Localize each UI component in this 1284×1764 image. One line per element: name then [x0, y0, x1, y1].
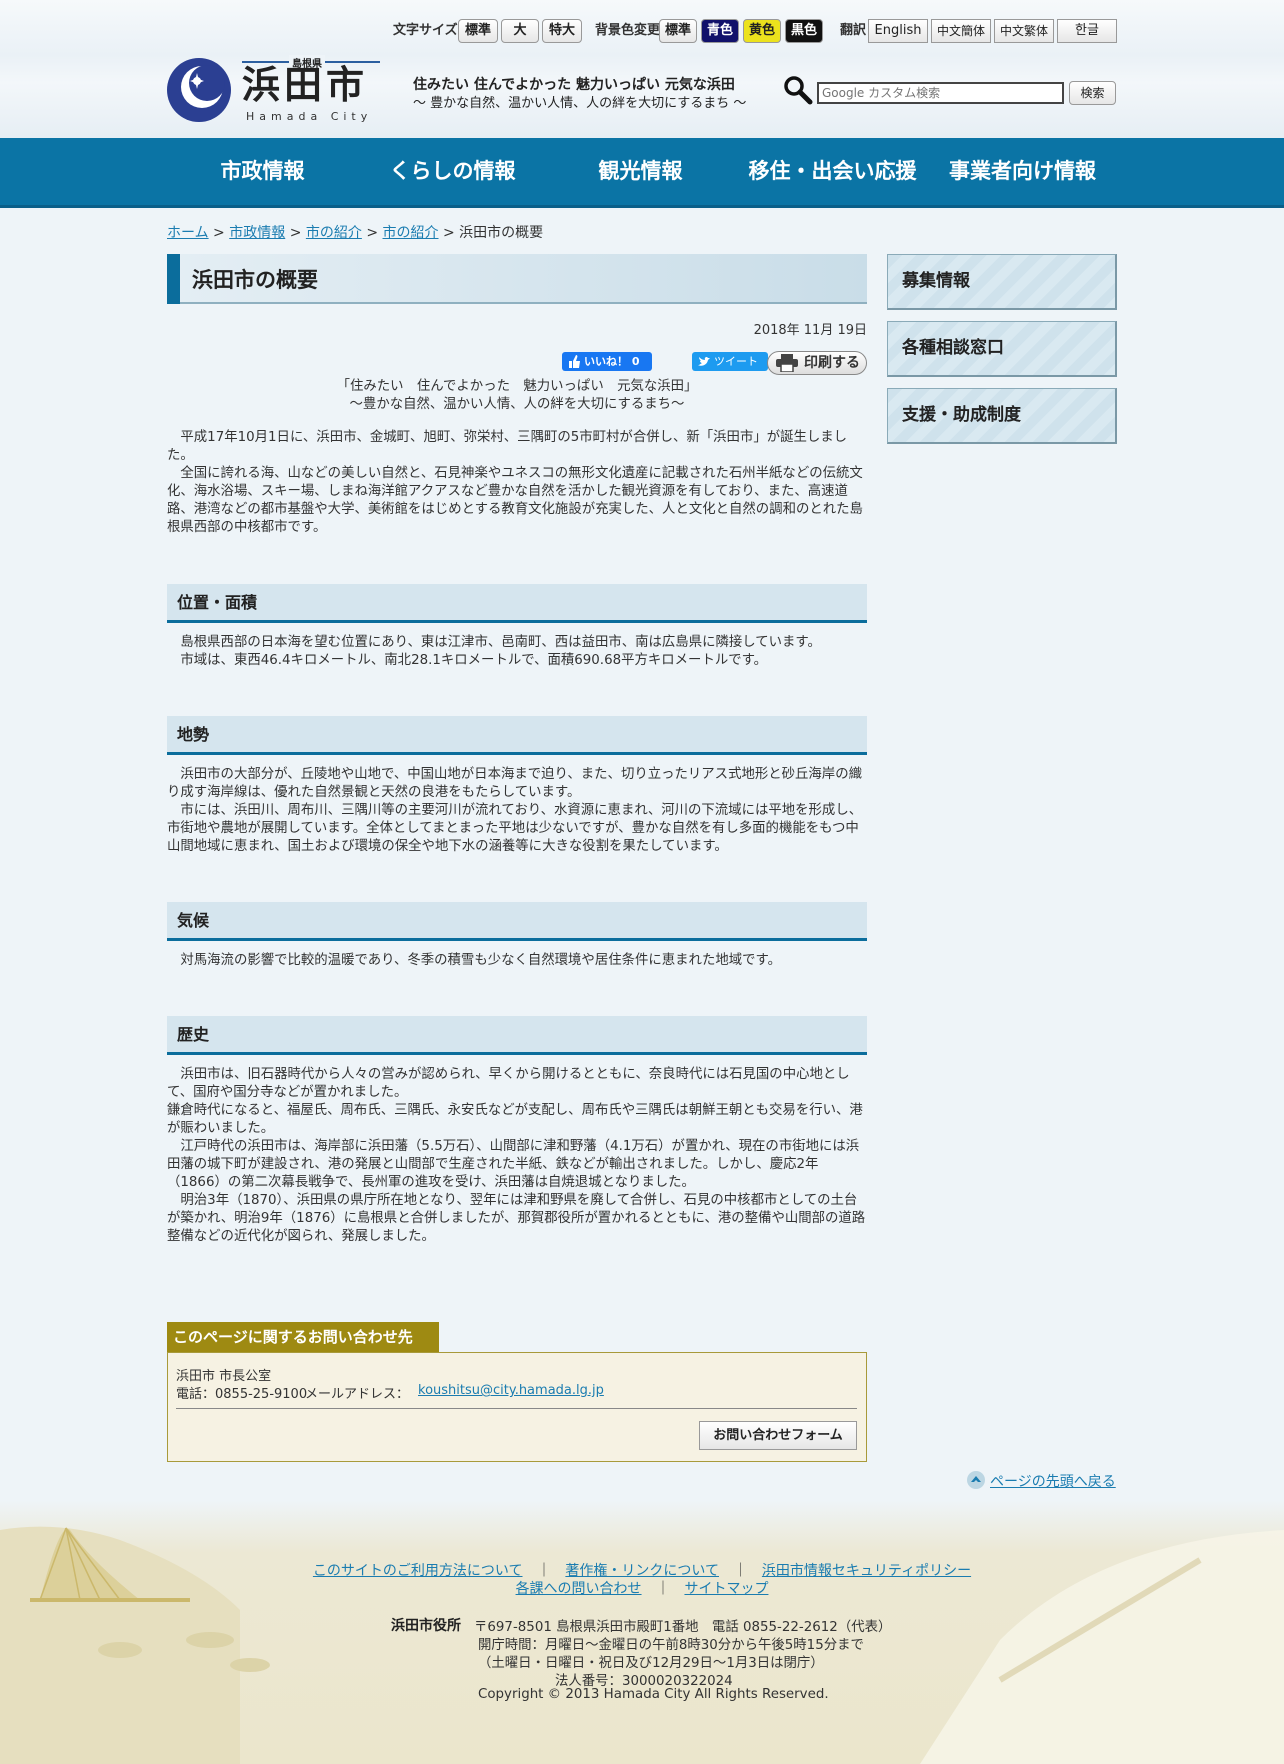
footer-link-usage[interactable]: このサイトのご利用方法について — [313, 1563, 523, 1579]
contact-department: 浜田市 市長公室 — [176, 1369, 272, 1384]
footer-links-row2: 各課への問い合わせ ｜ サイトマップ — [0, 1580, 1284, 1598]
motto-line2: ～豊かな自然、温かい人情、人の絆を大切にするまち～ — [349, 397, 685, 412]
breadcrumb-separator: > — [289, 225, 302, 241]
page-title: 浜田市の概要 — [192, 268, 318, 292]
footer-separator: ｜ — [733, 1563, 748, 1579]
breadcrumb-separator: > — [366, 225, 379, 241]
breadcrumb-current: 浜田市の概要 — [459, 225, 544, 241]
bg-color-label: 背景色変更 — [595, 23, 661, 38]
footer-closed-days: （土曜日・日曜日・祝日及び12月29日～1月3日は閉庁） — [478, 1656, 824, 1671]
font-size-xlarge-button[interactable]: 特大 — [542, 19, 582, 43]
breadcrumb-intro-link[interactable]: 市の紹介 — [306, 225, 362, 241]
bg-standard-button[interactable]: 標準 — [659, 19, 697, 43]
section-body-location: 島根県西部の日本海を望む位置にあり、東は江津市、邑南町、西は益田市、南は広島県に… — [180, 635, 821, 668]
search-input[interactable] — [817, 82, 1064, 104]
print-label: 印刷する — [804, 355, 860, 371]
breadcrumb-intro-link-2[interactable]: 市の紹介 — [383, 225, 439, 241]
section-heading-history: 歴史 — [167, 1016, 867, 1055]
intro-text: 平成17年10月1日に、浜田市、金城町、旭町、弥栄村、三隅町の5市町村が合併し、… — [167, 430, 863, 535]
lang-zh-traditional-button[interactable]: 中文繁体 — [994, 19, 1054, 43]
contact-mail-link[interactable]: koushitsu@city.hamada.lg.jp — [418, 1383, 604, 1398]
search-icon — [784, 76, 813, 105]
footer-hours: 開庁時間：月曜日～金曜日の午前8時30分から午後5時15分まで — [478, 1638, 864, 1653]
sidebar-item-subsidies[interactable]: 支援・助成制度 — [887, 388, 1117, 444]
nav-item-business[interactable]: 事業者向け情報 — [940, 138, 1105, 205]
like-label: いいね！ 0 — [584, 355, 640, 368]
arrow-up-icon — [967, 1471, 985, 1489]
footer-separator: ｜ — [656, 1581, 670, 1597]
font-size-standard-button[interactable]: 標準 — [458, 19, 498, 43]
footer-corporate-number: 法人番号：3000020322024 — [555, 1674, 733, 1689]
breadcrumb-city-info-link[interactable]: 市政情報 — [229, 225, 285, 241]
breadcrumb-home-link[interactable]: ホーム — [167, 225, 209, 241]
contact-phone: 電話：0855-25-9100 — [176, 1387, 308, 1402]
search-button[interactable]: 検索 — [1069, 81, 1116, 105]
section-body-history: 浜田市は、旧石器時代から人々の営みが認められ、早くから開けるとともに、奈良時代に… — [167, 1067, 866, 1244]
section-body-terrain: 浜田市の大部分が、丘陵地や山地で、中国山地が日本海まで迫り、また、切り立ったリア… — [167, 767, 863, 854]
font-size-label: 文字サイズ — [393, 23, 458, 38]
lang-zh-simplified-button[interactable]: 中文簡体 — [931, 19, 991, 43]
breadcrumb-separator: > — [213, 225, 225, 241]
back-to-top-link[interactable]: ページの先頭へ戻る — [990, 1471, 1116, 1491]
sidebar-item-consultation[interactable]: 各種相談窓口 — [887, 321, 1117, 377]
section-heading-climate: 気候 — [167, 902, 867, 941]
footer-link-department-contact[interactable]: 各課への問い合わせ — [516, 1581, 642, 1597]
sidebar-item-recruitment[interactable]: 募集情報 — [887, 254, 1117, 310]
lang-korean-button[interactable]: 한글 — [1057, 19, 1117, 43]
site-footer: このサイトのご利用方法について ｜ 著作権・リンクについて ｜ 浜田市情報セキュ… — [0, 1500, 1284, 1764]
nav-item-migration[interactable]: 移住・出会い応援 — [740, 138, 925, 205]
site-logo[interactable]: 島根県 浜田市 Hamada City — [166, 55, 386, 125]
footer-links-row1: このサイトのご利用方法について ｜ 著作権・リンクについて ｜ 浜田市情報セキュ… — [0, 1562, 1284, 1580]
font-size-large-button[interactable]: 大 — [501, 19, 539, 43]
page-title-bar: 浜田市の概要 — [167, 254, 867, 304]
logo-roman: Hamada City — [246, 110, 373, 123]
breadcrumb-separator: > — [442, 225, 455, 241]
logo-city-name: 浜田市 — [242, 63, 369, 107]
breadcrumb: ホーム > 市政情報 > 市の紹介 > 市の紹介 > 浜田市の概要 — [167, 222, 867, 242]
bg-black-button[interactable]: 黒色 — [785, 19, 823, 43]
bg-blue-button[interactable]: 青色 — [701, 19, 739, 43]
bird-icon — [698, 356, 710, 366]
thumbs-up-icon — [569, 355, 580, 368]
section-body-climate: 対馬海流の影響で比較的温暖であり、冬季の積雪も少なく自然環境や居住条件に恵まれた… — [167, 953, 781, 968]
city-motto: 「住みたい 住んでよかった 魅力いっぱい 元気な浜田」 ～豊かな自然、温かい人情… — [167, 378, 867, 414]
footer-link-security-policy[interactable]: 浜田市情報セキュリティポリシー — [762, 1563, 971, 1579]
footer-separator: ｜ — [536, 1563, 551, 1579]
city-emblem-icon — [167, 58, 231, 122]
footer-copyright: Copyright © 2013 Hamada City All Rights … — [478, 1687, 829, 1702]
contact-mail-label: メールアドレス： — [305, 1387, 410, 1402]
tagline-main: 住みたい 住んでよかった 魅力いっぱい 元気な浜田 — [413, 77, 735, 93]
section-heading-location: 位置・面積 — [167, 584, 867, 623]
publish-date: 2018年 11月 19日 — [753, 323, 867, 338]
nav-item-tourism[interactable]: 観光情報 — [568, 138, 713, 205]
global-nav: 市政情報 くらしの情報 観光情報 移住・出会い応援 事業者向け情報 — [0, 138, 1284, 208]
motto-line1: 「住みたい 住んでよかった 魅力いっぱい 元気な浜田」 — [336, 379, 698, 394]
lang-english-button[interactable]: English — [868, 19, 928, 43]
footer-address: 〒697-8501 島根県浜田市殿町1番地 電話 0855-22-2612（代表… — [474, 1620, 892, 1635]
accessibility-toolbar: 文字サイズ 標準 大 特大 背景色変更 標準 青色 黄色 黒色 翻訳 Engli… — [393, 19, 1118, 45]
printer-icon — [776, 354, 798, 372]
section-heading-terrain: 地勢 — [167, 716, 867, 755]
translate-label: 翻訳 — [840, 23, 867, 38]
bg-yellow-button[interactable]: 黄色 — [743, 19, 781, 43]
contact-title: このページに関するお問い合わせ先 — [167, 1322, 439, 1352]
tagline-sub: 〜 豊かな自然、温かい人情、人の絆を大切にするまち 〜 — [413, 96, 747, 111]
nav-item-living[interactable]: くらしの情報 — [370, 138, 535, 205]
footer-link-sitemap[interactable]: サイトマップ — [684, 1581, 768, 1597]
footer-office-name: 浜田市役所 — [391, 1618, 461, 1634]
contact-box: 浜田市 市長公室 電話：0855-25-9100 メールアドレス： koushi… — [167, 1352, 867, 1462]
tweet-label: ツイート — [714, 355, 758, 368]
contact-form-button[interactable]: お問い合わせフォーム — [699, 1421, 857, 1450]
nav-item-city-info[interactable]: 市政情報 — [190, 138, 335, 205]
footer-link-copyright[interactable]: 著作権・リンクについて — [565, 1563, 719, 1579]
